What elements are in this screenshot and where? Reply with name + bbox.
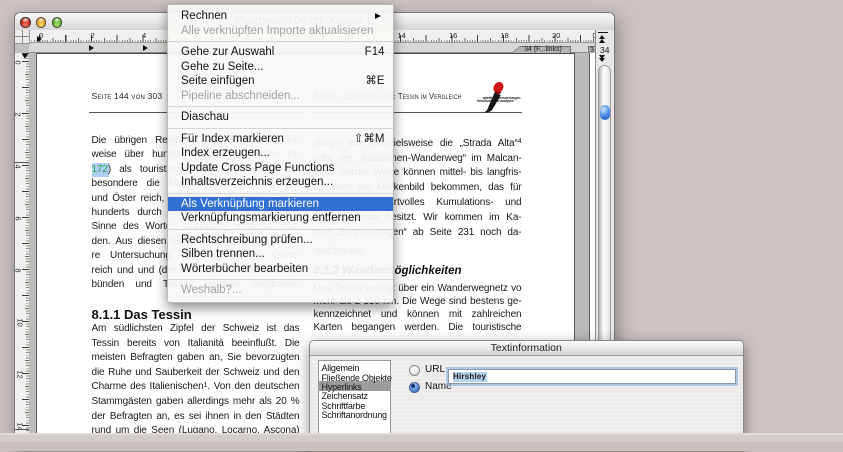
svg-text:forschung und analysen: forschung und analysen [477, 99, 514, 103]
